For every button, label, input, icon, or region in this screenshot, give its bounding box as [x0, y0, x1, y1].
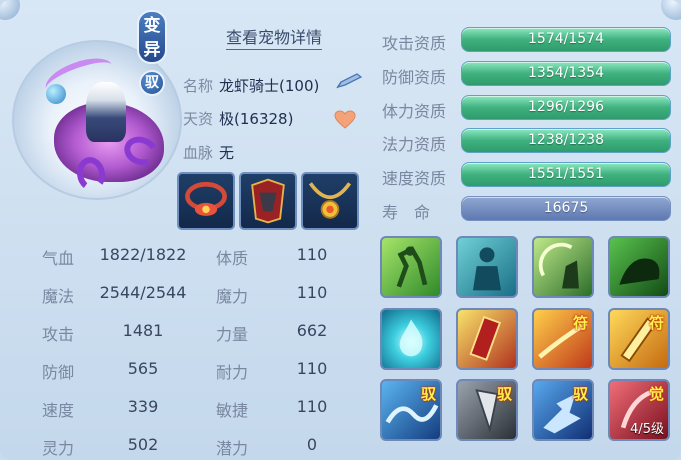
- skill-tag: 符: [648, 314, 664, 332]
- necklace-gold-icon: [308, 182, 352, 219]
- heart-icon[interactable]: [334, 110, 356, 130]
- attr-label: 防御: [42, 363, 75, 382]
- lifespan-bar: 16675: [461, 196, 671, 221]
- aptitude-bar: 1296/1296: [461, 95, 671, 120]
- aptitude-label: 速度资质: [382, 169, 447, 188]
- ride-badge[interactable]: 驭: [139, 70, 165, 96]
- skill-slot[interactable]: 符: [608, 308, 670, 370]
- blue-figure-skill-icon: [472, 247, 502, 291]
- attr-value: 110: [296, 283, 328, 302]
- moon-warrior-skill-icon: [538, 242, 579, 289]
- attr-label: 魔法: [42, 287, 75, 306]
- attr-value: 662: [296, 321, 328, 340]
- attr-label: 气血: [42, 249, 75, 268]
- necklace-red-icon: [185, 181, 227, 216]
- attr-value: 110: [296, 397, 328, 416]
- skill-slot[interactable]: [456, 308, 518, 370]
- skill-tag: 觉: [648, 385, 664, 403]
- attr-label: 攻击: [42, 325, 75, 344]
- rename-pen-icon[interactable]: [335, 72, 365, 90]
- skill-slot[interactable]: 驭: [380, 379, 442, 441]
- pet-orb-icon: [46, 84, 66, 104]
- attr-value: 565: [127, 359, 159, 378]
- aptitude-bar: 1354/1354: [461, 61, 671, 86]
- green-warrior-skill-icon: [396, 246, 428, 288]
- skill-tag: 驭: [496, 385, 512, 403]
- skill-slot[interactable]: 驭: [456, 379, 518, 441]
- equipment-slot-2[interactable]: [239, 172, 297, 230]
- attr-value: 1481: [122, 321, 164, 340]
- pet-rider: [86, 82, 126, 142]
- variant-badge-text: 变异: [143, 16, 161, 60]
- pet-name-value: 龙虾骑士(100): [219, 77, 320, 95]
- pet-talent-row: 天资 极(16328): [183, 108, 293, 129]
- skill-slot[interactable]: 符: [532, 308, 594, 370]
- variant-badge: 变异: [137, 10, 167, 64]
- aptitude-label: 防御资质: [382, 68, 447, 87]
- aptitude-bar: 1238/1238: [461, 128, 671, 153]
- skill-level: 4/5级: [630, 422, 664, 437]
- skill-slot[interactable]: [532, 236, 594, 298]
- equipment-slot-3[interactable]: [301, 172, 359, 230]
- skill-slot[interactable]: [380, 236, 442, 298]
- attr-value: 502: [127, 435, 159, 454]
- attr-value: 110: [296, 245, 328, 264]
- scroll-seal-skill-icon: [469, 315, 502, 361]
- green-beast-skill-icon: [619, 258, 660, 285]
- attr-value: 1822/1822: [99, 245, 187, 264]
- skill-slot[interactable]: [380, 308, 442, 370]
- armor-red-icon: [251, 178, 285, 224]
- lifespan-label: 寿 命: [382, 203, 431, 222]
- attr-value: 0: [306, 435, 318, 454]
- attr-label: 速度: [42, 401, 75, 420]
- skill-slot[interactable]: [456, 236, 518, 298]
- pet-bloodline-value: 无: [219, 144, 235, 162]
- pet-name-row: 名称 龙虾骑士(100): [183, 75, 319, 96]
- skill-slot[interactable]: [608, 236, 670, 298]
- aptitude-bar: 1574/1574: [461, 27, 671, 52]
- pet-talent-value: 极(16328): [219, 110, 294, 128]
- skill-slot[interactable]: 驭: [532, 379, 594, 441]
- attr-label: 耐力: [216, 363, 249, 382]
- attr-label: 魔力: [216, 287, 249, 306]
- pet-talent-label: 天资: [183, 110, 214, 128]
- skill-tag: 驭: [420, 385, 436, 403]
- skill-slot[interactable]: 觉 4/5级: [608, 379, 670, 441]
- pet-name-label: 名称: [183, 77, 214, 95]
- equipment-slot-1[interactable]: [177, 172, 235, 230]
- pet-detail-panel: 变异 驭 查看宠物详情 名称龙虾骑士(100) 天资极(16328) 血脉无: [0, 0, 681, 460]
- pet-bloodline-row: 血脉无: [183, 142, 234, 163]
- attr-label: 敏捷: [216, 401, 249, 420]
- aptitude-label: 法力资质: [382, 135, 447, 154]
- blue-flame-skill-icon: [399, 319, 423, 357]
- view-pet-detail-link[interactable]: 查看宠物详情: [226, 24, 323, 50]
- attr-label: 灵力: [42, 439, 75, 458]
- aptitude-bar: 1551/1551: [461, 162, 671, 187]
- attr-value: 2544/2544: [99, 283, 187, 302]
- attr-label: 体质: [216, 249, 249, 268]
- attr-value: 339: [127, 397, 159, 416]
- skill-tag: 驭: [572, 385, 588, 403]
- skill-tag: 符: [572, 314, 588, 332]
- attr-label: 力量: [216, 325, 249, 344]
- aptitude-label: 体力资质: [382, 102, 447, 121]
- attr-value: 110: [296, 359, 328, 378]
- aptitude-label: 攻击资质: [382, 34, 447, 53]
- corner-ornament-icon: [0, 0, 20, 20]
- pet-portrait[interactable]: [12, 40, 182, 200]
- attr-label: 潜力: [216, 439, 249, 458]
- corner-ornament-icon: [661, 0, 681, 20]
- pet-bloodline-label: 血脉: [183, 144, 214, 162]
